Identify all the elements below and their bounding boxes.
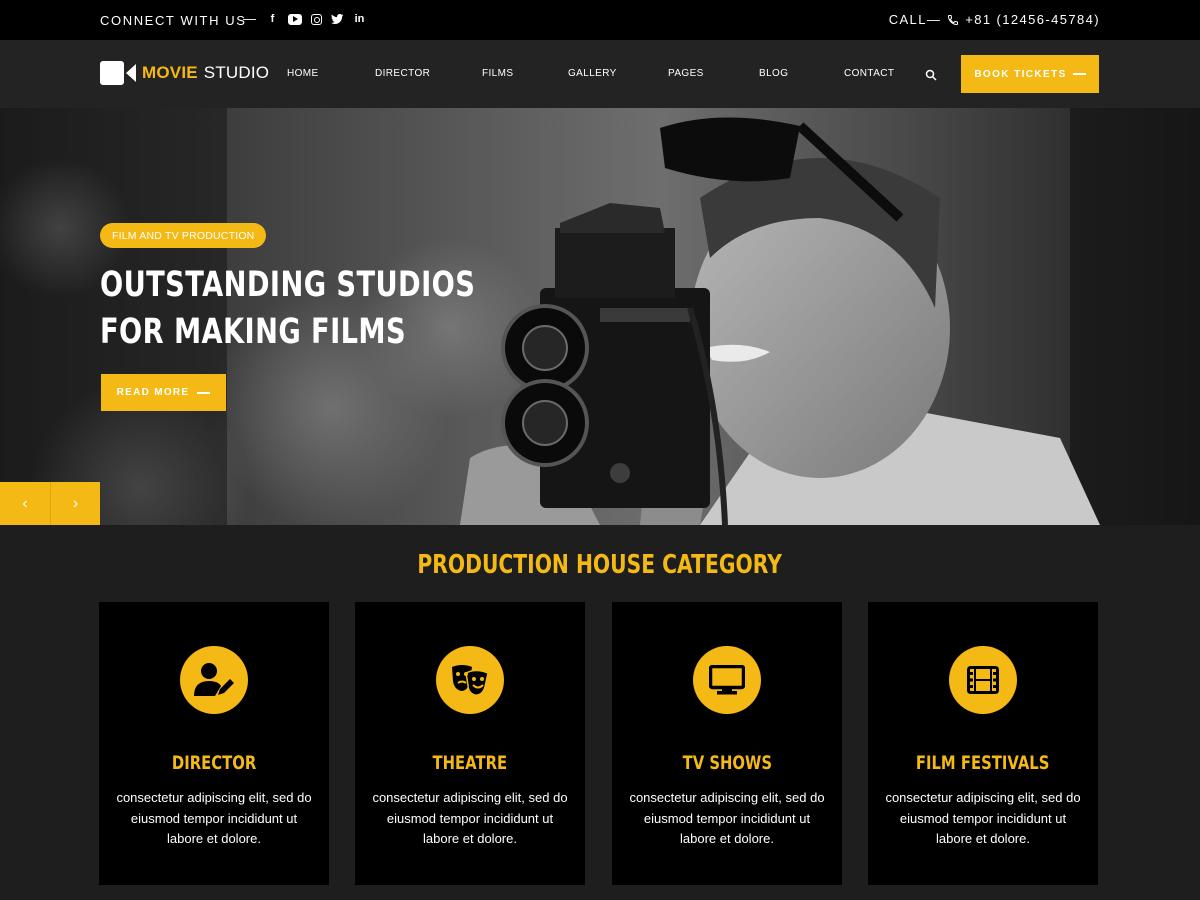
linkedin-icon[interactable]: in <box>353 12 366 26</box>
nav-item-gallery[interactable]: GALLERY <box>568 68 617 79</box>
category-card-film-festivals[interactable]: FILM FESTIVALS consectetur adipiscing el… <box>868 602 1098 885</box>
category-icon-circle <box>436 646 504 714</box>
phone-number[interactable]: +81 (12456-45784) <box>965 12 1100 27</box>
hero-headline: OUTSTANDING STUDIOS FOR MAKING FILMS <box>100 262 475 356</box>
nav-item-films[interactable]: FILMS <box>482 68 513 79</box>
youtube-icon[interactable] <box>288 13 302 25</box>
call-info: CALL— +81 (12456-45784) <box>889 12 1100 27</box>
category-description: consectetur adipiscing elit, sed do eius… <box>372 790 568 846</box>
category-title: DIRECTOR <box>171 752 257 774</box>
category-icon-circle <box>949 646 1017 714</box>
nav-item-pages[interactable]: PAGES <box>668 68 704 79</box>
nav-item-home[interactable]: HOME <box>287 68 319 79</box>
read-more-button[interactable]: READ MORE <box>101 374 226 411</box>
category-description: consectetur adipiscing elit, sed do eius… <box>116 790 312 846</box>
category-icon-circle <box>693 646 761 714</box>
search-icon[interactable] <box>925 69 937 81</box>
hero-headline-line2: FOR MAKING FILMS <box>100 312 407 352</box>
category-card-director[interactable]: DIRECTOR consectetur adipiscing elit, se… <box>99 602 329 885</box>
slider-next-button[interactable]: › <box>50 482 100 525</box>
category-title: TV SHOWS <box>682 752 772 774</box>
category-icon-circle <box>180 646 248 714</box>
video-camera-icon <box>100 61 136 85</box>
user-edit-icon <box>194 663 234 696</box>
category-description: consectetur adipiscing elit, sed do eius… <box>885 790 1081 846</box>
nav-item-contact[interactable]: CONTACT <box>844 68 894 79</box>
main-navbar: MOVIE STUDIO HOME DIRECTOR FILMS GALLERY… <box>0 40 1200 108</box>
section-title: PRODUCTION HOUSE CATEGORY <box>417 550 783 580</box>
dash-icon <box>1072 73 1086 75</box>
connect-label: CONNECT WITH US <box>100 13 247 28</box>
brand-name-part2: STUDIO <box>203 63 270 82</box>
nav-item-director[interactable]: DIRECTOR <box>375 68 430 79</box>
read-more-label: READ MORE <box>116 387 190 398</box>
slider-prev-button[interactable]: ‹ <box>0 482 50 525</box>
category-description: consectetur adipiscing elit, sed do eius… <box>629 790 825 846</box>
category-title: THEATRE <box>432 752 508 774</box>
hero-badge: FILM AND TV PRODUCTION <box>100 223 267 248</box>
dash-icon <box>197 391 211 394</box>
chevron-right-icon: › <box>72 494 79 512</box>
brand-name-part1: MOVIE <box>142 63 198 82</box>
top-bar: CONNECT WITH US — f in CALL— +81 (12456-… <box>0 0 1200 40</box>
social-links: f in <box>266 12 366 26</box>
category-title: FILM FESTIVALS <box>916 752 1050 774</box>
book-tickets-label: BOOK TICKETS <box>974 68 1067 80</box>
category-card-theatre[interactable]: THEATRE consectetur adipiscing elit, sed… <box>355 602 585 885</box>
chevron-left-icon: ‹ <box>22 494 28 512</box>
film-icon <box>967 666 999 694</box>
call-label: CALL— <box>888 12 942 27</box>
brand-logo[interactable]: MOVIE STUDIO <box>100 61 269 85</box>
phone-icon <box>948 14 959 25</box>
monitor-icon <box>709 665 745 695</box>
instagram-icon[interactable] <box>311 13 322 25</box>
hero-headline-line1: OUTSTANDING STUDIOS <box>100 265 476 305</box>
connect-dash: — <box>243 11 256 26</box>
book-tickets-button[interactable]: BOOK TICKETS <box>961 55 1099 93</box>
twitter-icon[interactable] <box>331 12 344 26</box>
category-card-tv-shows[interactable]: TV SHOWS consectetur adipiscing elit, se… <box>612 602 842 885</box>
theater-masks-icon <box>452 665 489 696</box>
facebook-icon[interactable]: f <box>266 12 279 26</box>
nav-item-blog[interactable]: BLOG <box>759 68 788 79</box>
